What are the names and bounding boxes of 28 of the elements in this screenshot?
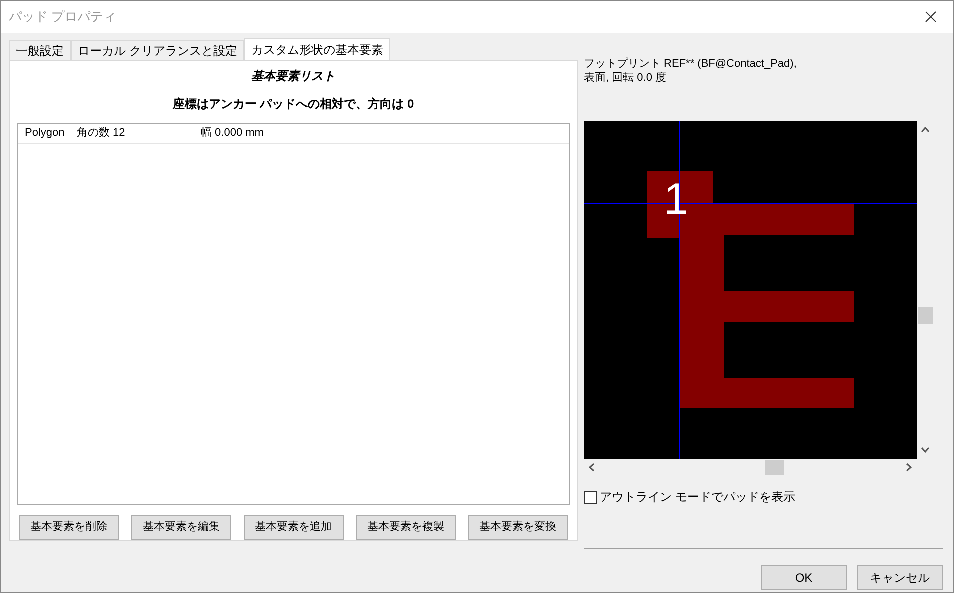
checkbox-label: アウトライン モードでパッドを表示 (600, 489, 796, 506)
scroll-up-icon[interactable] (921, 127, 930, 133)
scroll-thumb[interactable] (918, 307, 933, 324)
dialog-button[interactable]: キャンセル (857, 565, 943, 590)
list-title: 基本要素リスト (250, 68, 336, 85)
tab[interactable]: カスタム形状の基本要素 (244, 38, 390, 60)
row-type: Polygon (25, 126, 66, 142)
window-title: パッド プロパティ (9, 8, 117, 26)
row-width: 幅 0.000 mm (201, 126, 264, 142)
scroll-right-icon[interactable] (906, 463, 912, 472)
footprint-info: フットプリント REF** (BF@Contact_Pad), (584, 57, 798, 71)
scroll-thumb[interactable] (765, 460, 784, 475)
footprint-info: 表面, 回転 0.0 度 (584, 71, 668, 85)
scroll-left-icon[interactable] (589, 463, 595, 472)
primitive-button[interactable]: 基本要素を変換 (468, 515, 568, 540)
primitive-button[interactable]: 基本要素を追加 (244, 515, 344, 540)
close-icon[interactable] (925, 11, 937, 23)
tab[interactable]: 一般設定 (9, 40, 71, 60)
primitive-button[interactable]: 基本要素を削除 (19, 515, 119, 540)
row-corners: 角の数 12 (77, 126, 126, 142)
checkbox[interactable] (584, 490, 597, 504)
scroll-down-icon[interactable] (921, 447, 930, 453)
dialog-button[interactable]: OK (761, 565, 847, 590)
primitive-button[interactable]: 基本要素を複製 (356, 515, 456, 540)
primitive-button[interactable]: 基本要素を編集 (131, 515, 232, 540)
list-row[interactable]: Polygon 角の数 12 幅 0.000 mm (18, 124, 569, 144)
tab[interactable]: ローカル クリアランスと設定 (71, 40, 244, 60)
list-note: 座標はアンカー パッドへの相対で、方向は 0 (172, 96, 416, 113)
